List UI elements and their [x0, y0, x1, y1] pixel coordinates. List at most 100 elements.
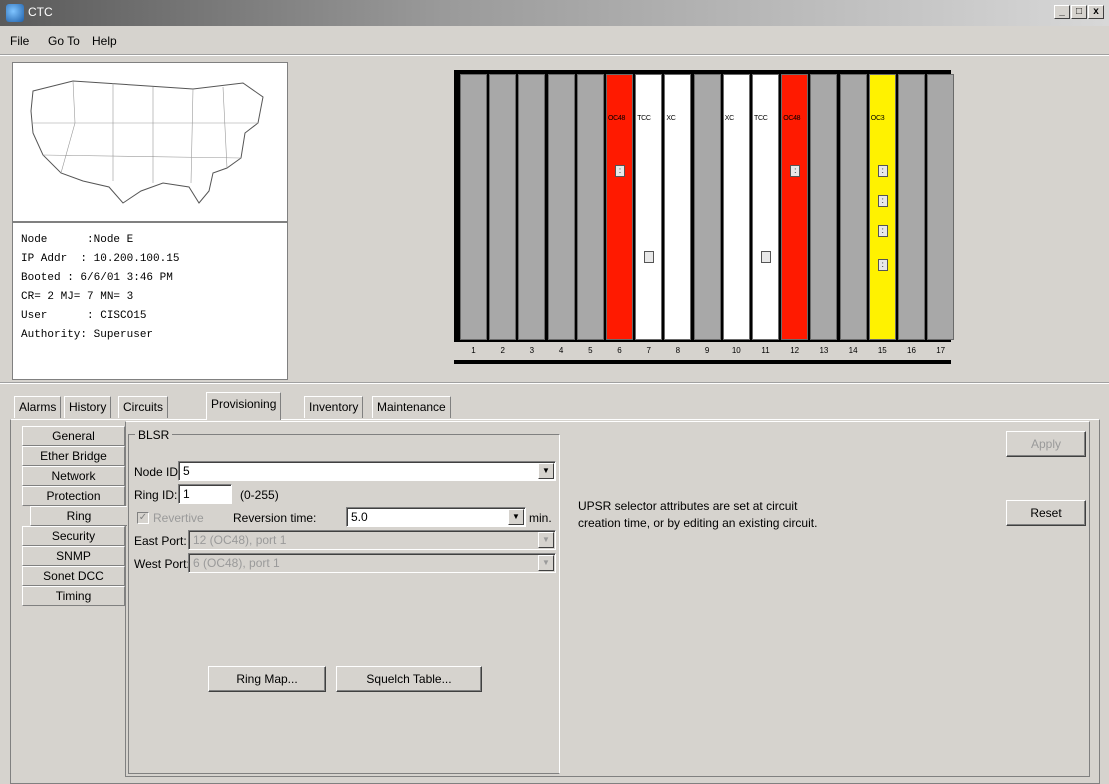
- tab-circuits[interactable]: Circuits: [118, 396, 169, 418]
- panel-divider: [0, 382, 1109, 384]
- menu-help[interactable]: Help: [92, 34, 117, 48]
- window-title: CTC: [28, 5, 53, 19]
- ring-id-input[interactable]: 1: [178, 484, 232, 504]
- chevron-down-icon[interactable]: ▼: [538, 555, 554, 571]
- chevron-down-icon[interactable]: ▼: [508, 509, 524, 525]
- reversion-time-label: Reversion time:: [233, 511, 317, 525]
- port-icon: :: [877, 259, 888, 271]
- subtab-ring[interactable]: Ring: [30, 506, 127, 526]
- subtab-protection[interactable]: Protection: [22, 486, 125, 506]
- node-booted: Booted : 6/6/01 3:46 PM: [21, 272, 173, 284]
- tab-maintenance[interactable]: Maintenance: [372, 396, 451, 418]
- shelf-slot-10[interactable]: XC: [722, 74, 750, 340]
- tab-inventory[interactable]: Inventory: [304, 396, 364, 418]
- shelf-slot-13[interactable]: [810, 74, 838, 340]
- shelf-slot-15[interactable]: OC3::::: [868, 74, 896, 340]
- port-icon: :: [877, 165, 888, 177]
- alarm-counts: CR= 2 MJ= 7 MN= 3: [21, 291, 134, 303]
- ring-id-range: (0-255): [240, 488, 279, 502]
- slot-number: 15: [877, 346, 887, 355]
- slot-card-label: OC3: [870, 115, 885, 122]
- slot-number: 5: [588, 346, 593, 355]
- chevron-down-icon[interactable]: ▼: [538, 532, 554, 548]
- port-icon: :: [615, 165, 625, 177]
- slot-number: 11: [761, 346, 770, 355]
- chevron-down-icon[interactable]: ▼: [538, 463, 554, 479]
- shelf-slot-1[interactable]: [460, 74, 487, 340]
- menu-file[interactable]: File: [10, 34, 29, 48]
- subtab-timing[interactable]: Timing: [22, 586, 125, 606]
- menu-goto[interactable]: Go To: [48, 34, 80, 48]
- slot-card-label: XC: [666, 115, 676, 122]
- close-button[interactable]: x: [1088, 5, 1104, 19]
- slot-number: 1: [471, 346, 476, 355]
- west-port-label: West Port:: [134, 557, 190, 571]
- shelf-slot-2[interactable]: [489, 74, 517, 340]
- east-port-select[interactable]: 12 (OC48), port 1: [188, 530, 556, 550]
- shelf-slot-16[interactable]: [898, 74, 925, 340]
- slot-card-label: TCC: [637, 115, 651, 122]
- slot-number: 4: [558, 346, 564, 355]
- menu-divider: [0, 54, 1109, 56]
- usa-map-icon: [30, 80, 264, 204]
- shelf-slot-14[interactable]: [839, 74, 867, 340]
- shelf-slot-7[interactable]: TCC: [635, 74, 663, 340]
- upsr-note: UPSR selector attributes are set at circ…: [578, 499, 818, 530]
- shelf-slot-9[interactable]: [693, 74, 721, 340]
- minimize-button[interactable]: _: [1054, 5, 1070, 19]
- slot-number: 7: [646, 346, 651, 355]
- tab-history[interactable]: History: [64, 396, 112, 418]
- slot-card-label: OC48: [608, 115, 626, 122]
- slot-number: 6: [617, 346, 622, 355]
- subtab-snmp[interactable]: SNMP: [22, 546, 125, 566]
- shelf-slot-11[interactable]: TCC: [752, 74, 779, 340]
- slot-number: 3: [529, 346, 535, 355]
- maximize-button[interactable]: □: [1071, 5, 1087, 19]
- slot-number: 16: [907, 346, 916, 355]
- slot-number: 14: [848, 346, 858, 355]
- app-icon: [6, 4, 24, 22]
- shelf-slot-8[interactable]: XC: [664, 74, 692, 340]
- subtab-general[interactable]: General: [22, 426, 125, 446]
- ring-map-button[interactable]: Ring Map...: [208, 666, 326, 692]
- port-icon: :: [877, 195, 888, 207]
- shelf-slot-3[interactable]: [518, 74, 546, 340]
- lan-port-icon: [761, 251, 771, 263]
- network-map[interactable]: [12, 62, 288, 222]
- subtab-network[interactable]: Network: [22, 466, 125, 486]
- tab-alarms[interactable]: Alarms: [14, 396, 62, 418]
- shelf-slot-17[interactable]: [927, 74, 955, 340]
- apply-button[interactable]: Apply: [1006, 431, 1086, 457]
- slot-card-label: TCC: [754, 115, 768, 122]
- reversion-unit: min.: [529, 511, 552, 525]
- shelf-slot-6[interactable]: OC48:: [606, 74, 633, 340]
- ring-id-label: Ring ID:: [134, 488, 178, 502]
- menu-bar: File Go To Help: [0, 30, 1109, 50]
- squelch-table-button[interactable]: Squelch Table...: [336, 666, 482, 692]
- subtab-sonet-dcc[interactable]: Sonet DCC: [22, 566, 125, 586]
- slot-card-label: XC: [724, 115, 734, 122]
- shelf-slot-5[interactable]: [576, 74, 604, 340]
- reset-button[interactable]: Reset: [1006, 500, 1086, 526]
- reversion-time-select[interactable]: 5.0: [346, 507, 526, 527]
- slot-number: 2: [500, 346, 505, 355]
- shelf-slot-4[interactable]: [547, 74, 575, 340]
- node-id-label: Node ID:: [134, 465, 182, 479]
- shelf-view: 1 2 3 4 5 OC48:6 TCC 7 XC 8 9 XC 10 TCC 11 OC48:12 13 14 O…: [454, 70, 955, 364]
- title-bar: [0, 0, 1109, 26]
- slot-number: 17: [936, 346, 946, 355]
- node-id-select[interactable]: 5: [178, 461, 556, 481]
- node-name: Node :Node E: [21, 234, 134, 246]
- slot-number: 9: [704, 346, 710, 355]
- port-icon: :: [877, 225, 888, 237]
- subtab-security[interactable]: Security: [22, 526, 125, 546]
- tab-provisioning[interactable]: Provisioning: [206, 392, 282, 420]
- west-port-select[interactable]: 6 (OC48), port 1: [188, 553, 556, 573]
- revertive-checkbox[interactable]: ✓: [137, 512, 149, 524]
- shelf-slot-12[interactable]: OC48:: [781, 74, 809, 340]
- slot-number: 12: [790, 346, 800, 355]
- slot-number: 10: [731, 346, 741, 355]
- subtab-ether-bridge[interactable]: Ether Bridge: [22, 446, 125, 466]
- slot-number: 13: [819, 346, 829, 355]
- node-ip: IP Addr : 10.200.100.15: [21, 253, 180, 265]
